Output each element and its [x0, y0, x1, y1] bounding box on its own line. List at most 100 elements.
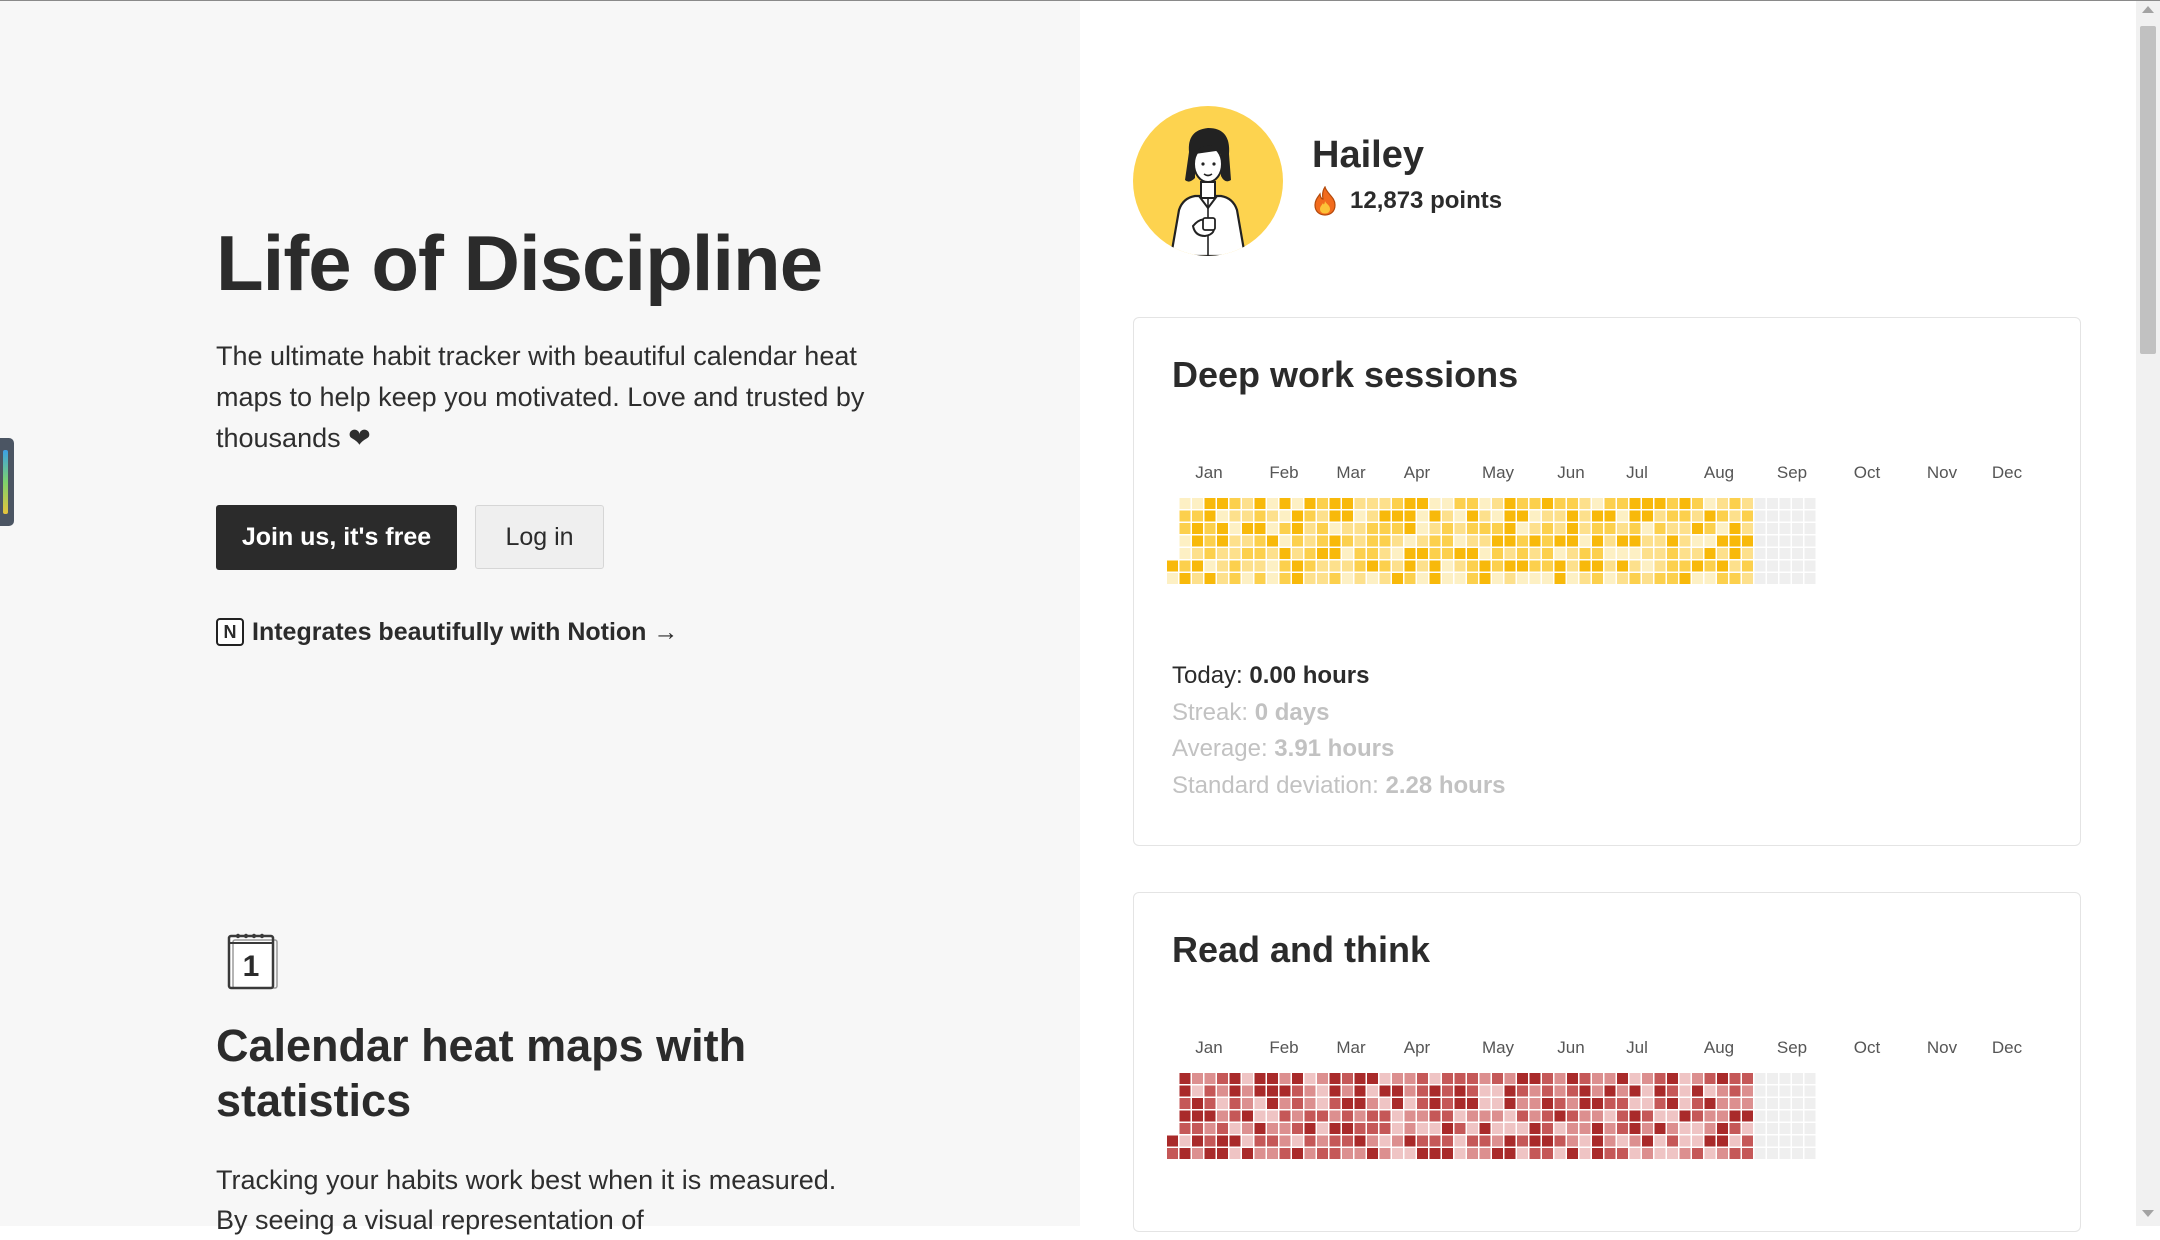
heatmap-day-cell[interactable]	[1704, 548, 1716, 559]
heatmap-day-cell[interactable]	[1667, 1073, 1678, 1084]
heatmap-day-cell[interactable]	[1767, 1098, 1778, 1109]
heatmap-day-cell[interactable]	[1604, 523, 1616, 534]
heatmap-day-cell[interactable]	[1504, 1098, 1516, 1109]
heatmap-day-cell[interactable]	[1342, 498, 1353, 509]
heatmap-day-cell[interactable]	[1554, 1135, 1566, 1147]
heatmap-day-cell[interactable]	[1192, 573, 1203, 584]
heatmap-day-cell[interactable]	[1329, 560, 1341, 572]
heatmap-day-cell[interactable]	[1242, 560, 1253, 572]
heatmap-day-cell[interactable]	[1379, 1148, 1391, 1159]
heatmap-day-cell[interactable]	[1767, 535, 1778, 547]
heatmap-day-cell[interactable]	[1654, 548, 1666, 559]
heatmap-day-cell[interactable]	[1592, 510, 1603, 522]
heatmap-day-cell[interactable]	[1254, 560, 1266, 572]
heatmap-day-cell[interactable]	[1617, 560, 1628, 572]
heatmap-day-cell[interactable]	[1417, 560, 1428, 572]
heatmap-day-cell[interactable]	[1804, 1110, 1816, 1122]
heatmap-day-cell[interactable]	[1617, 498, 1628, 509]
heatmap-day-cell[interactable]	[1592, 573, 1603, 584]
heatmap-day-cell[interactable]	[1404, 1098, 1416, 1109]
heatmap-day-cell[interactable]	[1754, 1148, 1766, 1159]
heatmap-day-cell[interactable]	[1517, 523, 1528, 534]
heatmap-day-cell[interactable]	[1329, 1085, 1341, 1097]
heatmap-day-cell[interactable]	[1354, 573, 1366, 584]
heatmap-day-cell[interactable]	[1392, 1098, 1403, 1109]
heatmap-day-cell[interactable]	[1367, 535, 1378, 547]
heatmap-day-cell[interactable]	[1617, 1098, 1628, 1109]
heatmap-day-cell[interactable]	[1517, 1085, 1528, 1097]
heatmap-day-cell[interactable]	[1717, 510, 1728, 522]
heatmap-day-cell[interactable]	[1642, 560, 1653, 572]
heatmap-day-cell[interactable]	[1667, 1135, 1678, 1147]
heatmap-day-cell[interactable]	[1617, 1123, 1628, 1134]
heatmap-day-cell[interactable]	[1592, 523, 1603, 534]
heatmap-day-cell[interactable]	[1654, 573, 1666, 584]
heatmap-day-cell[interactable]	[1329, 1123, 1341, 1134]
heatmap-day-cell[interactable]	[1192, 510, 1203, 522]
heatmap-day-cell[interactable]	[1254, 1123, 1266, 1134]
heatmap-day-cell[interactable]	[1542, 1110, 1553, 1122]
heatmap-day-cell[interactable]	[1492, 535, 1503, 547]
heatmap-day-cell[interactable]	[1254, 548, 1266, 559]
heatmap-day-cell[interactable]	[1492, 523, 1503, 534]
heatmap-day-cell[interactable]	[1592, 1098, 1603, 1109]
heatmap-day-cell[interactable]	[1754, 548, 1766, 559]
heatmap-day-cell[interactable]	[1254, 1135, 1266, 1147]
heatmap-day-cell[interactable]	[1704, 1098, 1716, 1109]
heatmap-day-cell[interactable]	[1592, 535, 1603, 547]
heatmap-day-cell[interactable]	[1429, 523, 1441, 534]
heatmap-day-cell[interactable]	[1417, 498, 1428, 509]
heatmap-day-cell[interactable]	[1442, 1098, 1453, 1109]
heatmap-day-cell[interactable]	[1529, 1123, 1541, 1134]
heatmap-day-cell[interactable]	[1567, 1135, 1578, 1147]
heatmap-day-cell[interactable]	[1517, 548, 1528, 559]
heatmap-day-cell[interactable]	[1404, 1148, 1416, 1159]
heatmap-day-cell[interactable]	[1192, 1135, 1203, 1147]
heatmap-day-cell[interactable]	[1279, 510, 1291, 522]
heatmap-day-cell[interactable]	[1604, 498, 1616, 509]
heatmap-day-cell[interactable]	[1317, 1148, 1328, 1159]
heatmap-day-cell[interactable]	[1292, 548, 1303, 559]
heatmap-day-cell[interactable]	[1504, 1073, 1516, 1084]
heatmap-day-cell[interactable]	[1529, 1110, 1541, 1122]
heatmap-day-cell[interactable]	[1567, 1085, 1578, 1097]
heatmap-day-cell[interactable]	[1754, 510, 1766, 522]
heatmap-day-cell[interactable]	[1579, 1110, 1591, 1122]
heatmap-day-cell[interactable]	[1542, 1135, 1553, 1147]
heatmap-day-cell[interactable]	[1417, 510, 1428, 522]
heatmap-day-cell[interactable]	[1542, 560, 1553, 572]
heatmap-day-cell[interactable]	[1317, 510, 1328, 522]
heatmap-day-cell[interactable]	[1767, 1073, 1778, 1084]
heatmap-day-cell[interactable]	[1179, 1135, 1191, 1147]
heatmap-day-cell[interactable]	[1229, 560, 1241, 572]
heatmap-day-cell[interactable]	[1292, 1110, 1303, 1122]
heatmap-day-cell[interactable]	[1192, 523, 1203, 534]
heatmap-day-cell[interactable]	[1167, 573, 1178, 584]
heatmap-day-cell[interactable]	[1467, 573, 1478, 584]
heatmap-day-cell[interactable]	[1467, 498, 1478, 509]
heatmap-day-cell[interactable]	[1429, 1110, 1441, 1122]
heatmap-day-cell[interactable]	[1367, 1073, 1378, 1084]
heatmap-day-cell[interactable]	[1679, 560, 1691, 572]
heatmap-day-cell[interactable]	[1654, 1123, 1666, 1134]
heatmap-day-cell[interactable]	[1442, 1123, 1453, 1134]
heatmap-day-cell[interactable]	[1779, 560, 1791, 572]
heatmap-day-cell[interactable]	[1279, 1085, 1291, 1097]
heatmap-day-cell[interactable]	[1679, 548, 1691, 559]
heatmap-day-cell[interactable]	[1217, 498, 1228, 509]
heatmap-day-cell[interactable]	[1754, 535, 1766, 547]
heatmap-day-cell[interactable]	[1517, 1110, 1528, 1122]
heatmap-day-cell[interactable]	[1167, 560, 1178, 572]
heatmap-day-cell[interactable]	[1604, 1073, 1616, 1084]
heatmap-day-cell[interactable]	[1254, 1098, 1266, 1109]
heatmap-day-cell[interactable]	[1367, 1135, 1378, 1147]
heatmap-day-cell[interactable]	[1604, 573, 1616, 584]
heatmap-day-cell[interactable]	[1354, 1110, 1366, 1122]
heatmap-day-cell[interactable]	[1442, 1135, 1453, 1147]
heatmap-day-cell[interactable]	[1742, 1110, 1753, 1122]
heatmap-day-cell[interactable]	[1367, 498, 1378, 509]
heatmap-day-cell[interactable]	[1567, 523, 1578, 534]
heatmap-day-cell[interactable]	[1454, 1110, 1466, 1122]
heatmap-day-cell[interactable]	[1579, 1098, 1591, 1109]
heatmap-day-cell[interactable]	[1329, 1073, 1341, 1084]
